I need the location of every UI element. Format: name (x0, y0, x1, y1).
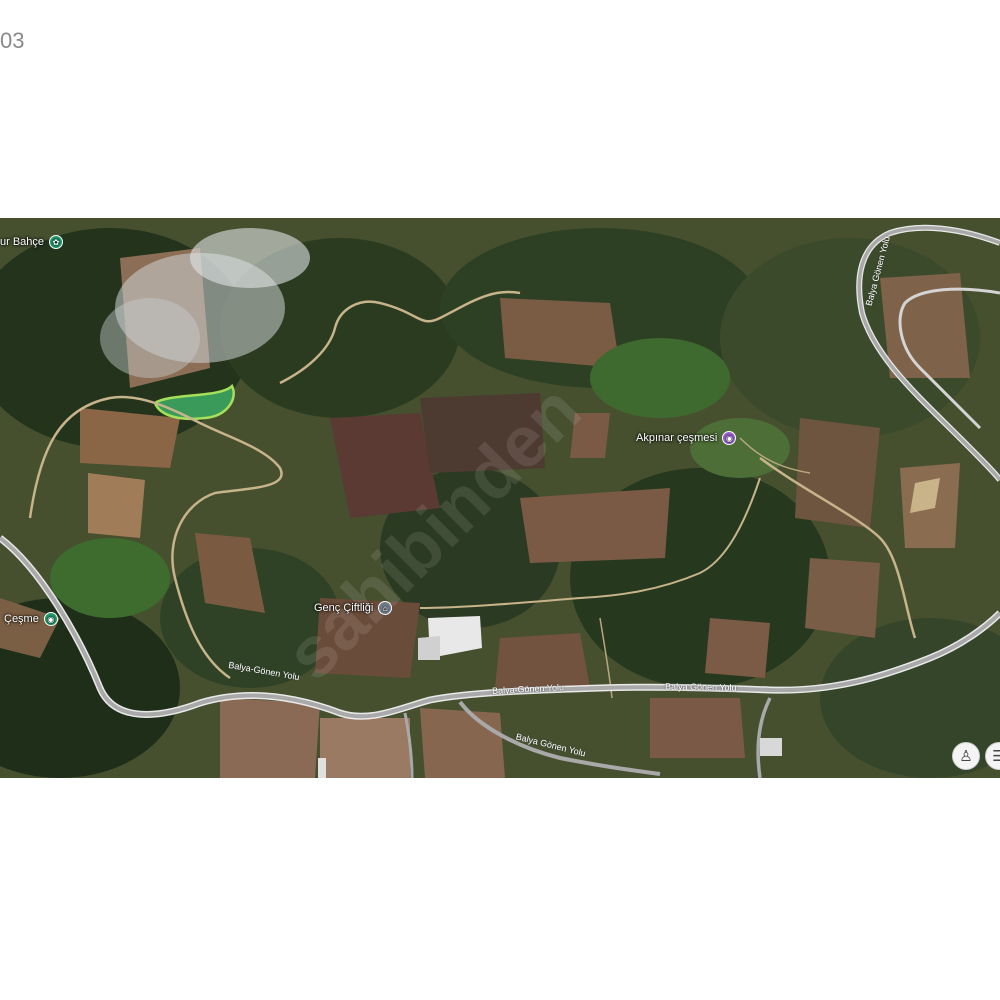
corner-label: 03 (0, 28, 25, 53)
poi-bahce[interactable]: ur Bahçe ✿ (0, 235, 64, 249)
pegman-icon[interactable]: ♙ (952, 742, 980, 770)
farm-icon: ⌂ (378, 601, 393, 615)
satellite-map[interactable]: sahibinden ur Bahçe ✿ Çeşme ◉ Genç Çiftl… (0, 218, 1000, 778)
poi-label: Çeşme (4, 613, 39, 625)
poi-label: ur Bahçe (0, 236, 45, 248)
poi-label: Genç Çiftliği (314, 602, 374, 614)
poi-akpinar-cesmesi[interactable]: Akpınar çeşmesi ◉ (636, 431, 737, 445)
poi-cesme-west[interactable]: Çeşme ◉ (4, 612, 58, 626)
park-icon: ✿ (49, 235, 64, 249)
fountain-icon: ◉ (43, 612, 58, 626)
fountain-icon: ◉ (722, 431, 737, 445)
poi-genc-ciftligi[interactable]: Genç Çiftliği ⌂ (314, 601, 393, 615)
road-label: Balya Gönen Yolu (664, 681, 737, 693)
poi-label: Akpınar çeşmesi (636, 432, 718, 444)
